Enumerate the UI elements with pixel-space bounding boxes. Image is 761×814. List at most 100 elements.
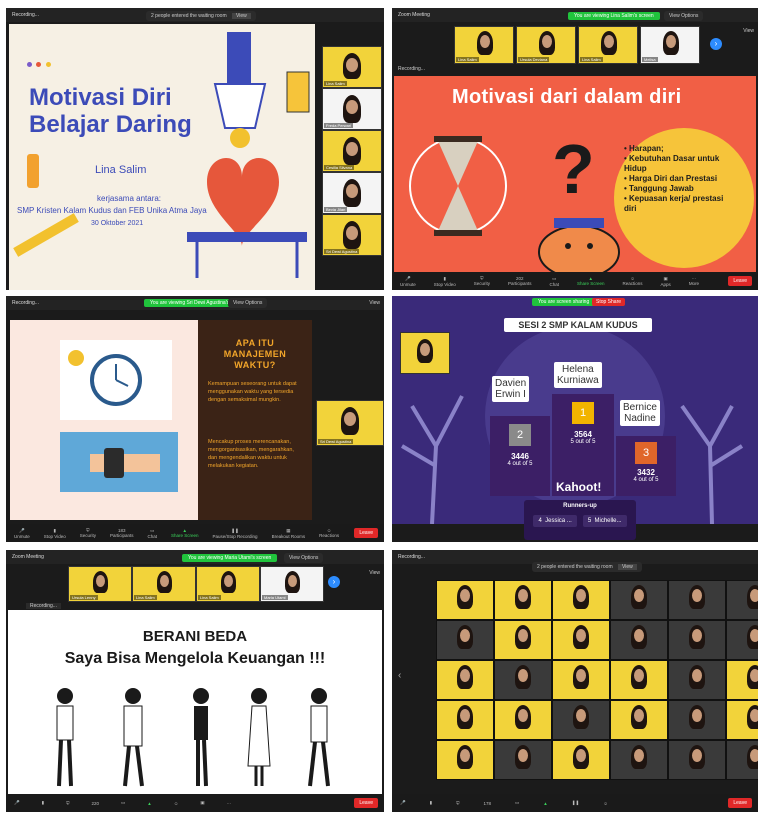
participant-tile[interactable] [494,580,552,620]
participant-tile[interactable] [436,660,494,700]
participants-button[interactable]: 178 [483,801,491,806]
stop-share-button[interactable]: Stop Share [592,298,626,306]
share-screen-icon[interactable]: ▲ [543,801,547,806]
participant-tile[interactable]: Lina Salim [132,566,196,602]
security-icon[interactable]: ⛨ [66,801,69,806]
participants-button[interactable]: 220 [91,801,99,806]
view-button[interactable]: View [743,28,754,34]
leave-button[interactable]: Leave [728,276,752,286]
participant-tile[interactable] [494,700,552,740]
view-button[interactable]: View [369,300,380,306]
chat-button[interactable]: ▭ Chat [549,276,559,287]
runners-up-box: Runners-up 4 Jessica ... 5 Michelle... [524,500,636,540]
security-icon[interactable]: ⛨ [456,801,459,806]
reactions-icon[interactable]: ☺ [174,801,179,806]
chat-icon[interactable]: ▭ [121,800,125,806]
more-button[interactable]: ··· More [689,276,699,286]
participant-tile[interactable]: Ursula Deviana [516,26,576,64]
apps-button[interactable]: ▣ Apps [661,276,671,287]
participant-tile[interactable] [668,740,726,780]
participants-button[interactable]: 183 Participants [110,528,134,538]
view-button[interactable]: View [618,564,637,570]
participant-tile[interactable] [610,660,668,700]
participant-tile[interactable] [552,660,610,700]
participant-tile[interactable] [726,580,758,620]
participant-tile[interactable] [436,740,494,780]
participant-tile[interactable] [726,740,758,780]
reactions-button[interactable]: ☺ Reactions [623,276,643,286]
next-page-icon[interactable]: › [328,576,340,588]
chat-button[interactable]: ▭ Chat [147,528,157,539]
leave-button[interactable]: Leave [354,528,378,538]
participant-tile[interactable] [400,332,450,374]
participant-tile[interactable] [668,700,726,740]
participant-tile[interactable]: Ursula Lenny [68,566,132,602]
participant-tile[interactable] [610,580,668,620]
security-button[interactable]: ⛨ Security [474,276,490,286]
participant-tile[interactable]: Freda Perwari [322,88,382,130]
microphone-icon[interactable]: 🎤 [14,800,20,806]
more-icon[interactable]: ··· [227,801,232,806]
security-button[interactable]: ⛨ Security [80,528,96,538]
participant-tile[interactable]: Bevia Jilan [322,172,382,214]
participant-tile[interactable] [494,740,552,780]
view-options-button[interactable]: View Options [664,11,704,21]
participant-tile[interactable] [436,580,494,620]
stop-video-button[interactable]: ▮ Stop Video [44,528,66,539]
leave-button[interactable]: Leave [728,798,752,808]
question-mark-icon: ? [552,130,595,208]
unmute-button[interactable]: 🎤 Unmute [400,276,416,287]
view-options-button[interactable]: View Options [284,553,324,563]
view-button[interactable]: View [369,570,380,576]
participant-tile[interactable]: Lina Salim [322,46,382,88]
participant-tile[interactable] [552,580,610,620]
participant-tile[interactable] [668,620,726,660]
microphone-icon[interactable]: 🎤 [400,800,406,806]
participant-tile[interactable] [494,620,552,660]
participants-button[interactable]: 202 Participants [508,276,532,286]
participant-tile[interactable] [436,620,494,660]
participant-tile[interactable] [726,700,758,740]
participant-tile[interactable] [668,580,726,620]
video-icon[interactable]: ▮ [42,800,44,806]
participant-tile[interactable] [726,620,758,660]
recording-icon[interactable]: ❚❚ [572,800,580,806]
participant-tile[interactable]: Lina Salim [454,26,514,64]
apps-icon[interactable]: ▣ [200,800,204,806]
participant-tile[interactable] [610,700,668,740]
participant-tile[interactable] [552,700,610,740]
leave-button[interactable]: Leave [354,798,378,808]
participant-name: Freda Perwari [324,123,354,128]
unmute-button[interactable]: 🎤 Unmute [14,528,30,539]
participant-tile[interactable]: Sri Dewi Agustina [322,214,382,256]
share-screen-icon[interactable]: ▲ [147,801,151,806]
chat-icon[interactable]: ▭ [515,800,519,806]
participant-tile[interactable] [610,740,668,780]
participant-tile[interactable] [668,660,726,700]
share-screen-button[interactable]: ▲ Share Screen [171,528,199,538]
previous-page-icon[interactable]: ‹ [398,670,401,681]
view-button[interactable]: View [232,13,251,19]
participant-tile[interactable] [552,740,610,780]
participant-tile[interactable]: Maria Utami [260,566,324,602]
participant-tile[interactable]: Sri Dewi Agustina [316,400,384,446]
video-icon[interactable]: ▮ [430,800,432,806]
next-page-icon[interactable]: › [710,38,722,50]
reactions-icon[interactable]: ☺ [603,801,608,806]
zoom-panel-berani-beda: Zoom Meeting You are viewing Maria Utami… [6,550,384,812]
participant-tile[interactable] [610,620,668,660]
participant-tile[interactable]: Cesilia Silvana [322,130,382,172]
stop-video-button[interactable]: ▮ Stop Video [434,276,456,287]
recording-button[interactable]: ❚❚ Pause/Stop Recording [213,528,258,539]
breakout-rooms-button[interactable]: ▦ Breakout Rooms [272,528,306,539]
participant-tile[interactable] [436,700,494,740]
view-options-button[interactable]: View Options [228,298,268,308]
share-screen-button[interactable]: ▲ Share Screen [577,276,605,286]
participant-tile[interactable]: Lina Salim [196,566,260,602]
participant-tile[interactable] [494,660,552,700]
reactions-button[interactable]: ☺ Reactions [319,528,339,538]
participant-tile[interactable]: Lina Salim [578,26,638,64]
participant-tile[interactable] [726,660,758,700]
participant-tile[interactable]: Melisa [640,26,700,64]
participant-tile[interactable] [552,620,610,660]
